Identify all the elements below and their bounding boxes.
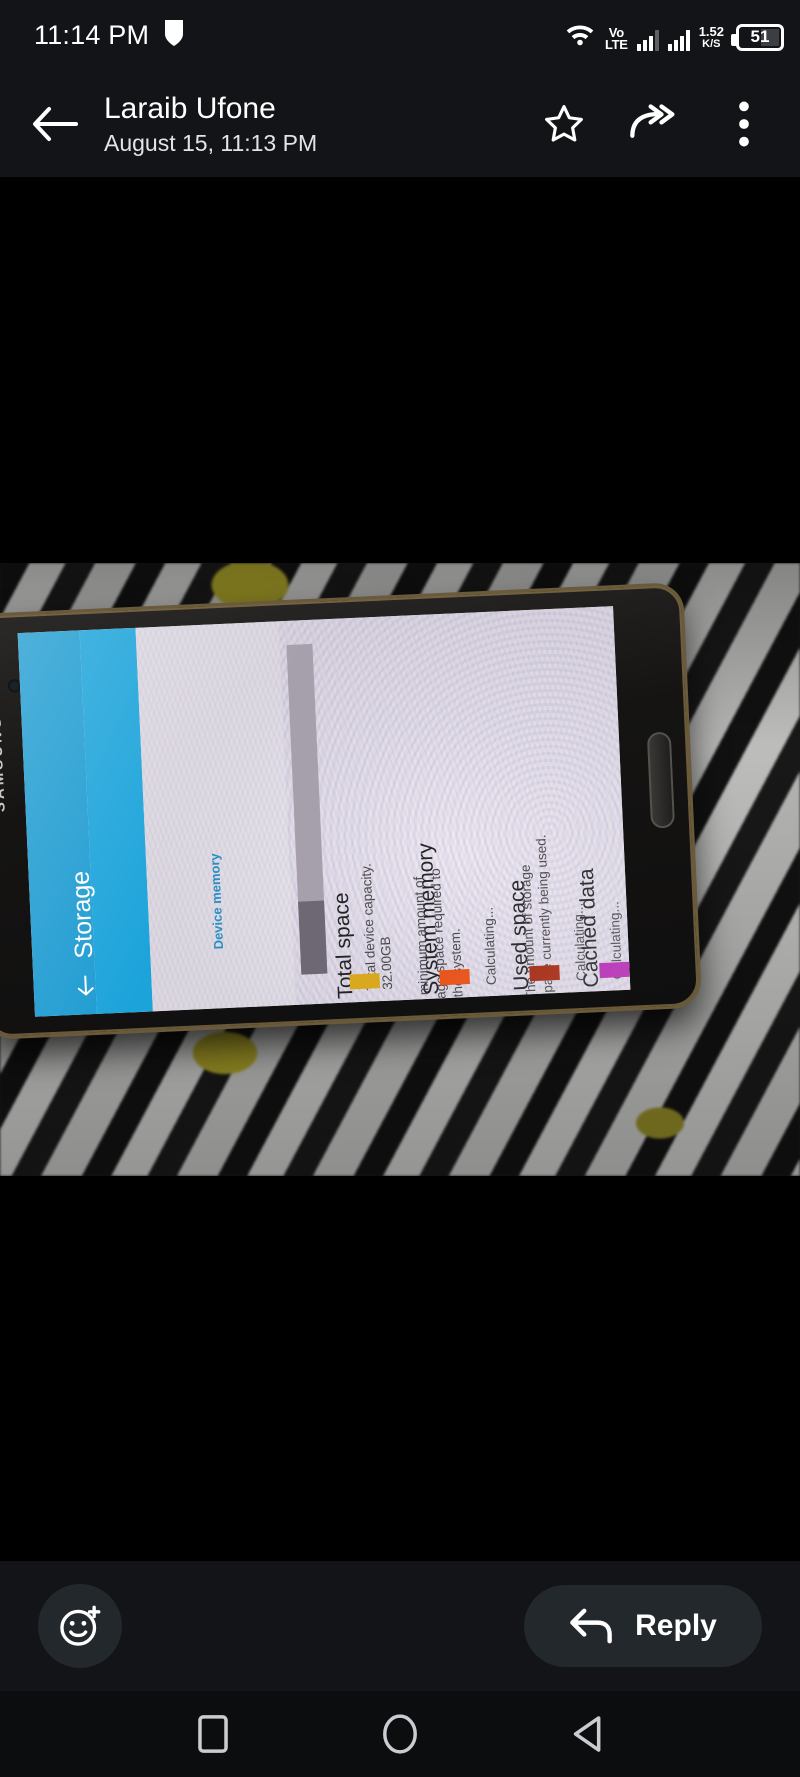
overflow-menu-button[interactable] [718,98,770,150]
phone-page-title: Storage [65,869,98,959]
phone-status-clock: 11:12 PM [17,802,20,884]
signal-bars-icon-sim2 [667,29,690,51]
legend-swatch-used-space [439,968,470,985]
battery-percent-label: 51 [750,27,770,46]
messaging-app-screen: 11:14 PM Vo LTE 1.52 K/S 51 Laraib Ufone… [0,0,800,1777]
wifi-icon [17,992,21,997]
recents-button[interactable] [183,1704,243,1764]
storage-usage-bar-fill [298,900,328,975]
system-navigation-bar [0,1691,800,1777]
samsung-logo: SAMSUNG [0,713,9,813]
back-arrow-icon [33,106,78,141]
legend-swatch-system-memory [349,972,381,989]
conversation-app-bar: Laraib Ufone August 15, 11:13 PM [0,70,800,177]
shield-icon [163,18,185,53]
legend-swatch-miscellaneous-files [599,961,630,978]
section-header-device-memory: Device memory [206,852,227,950]
status-clock: 11:14 PM [34,19,150,50]
phone-home-button [646,731,676,829]
message-photo-viewer[interactable]: SAMSUNG 74% 11:12 Storage Device memory … [0,177,800,1561]
back-arrow-icon[interactable] [76,974,95,997]
star-button[interactable] [538,98,590,150]
attached-photo[interactable]: SAMSUNG 74% 11:12 Storage Device memory … [0,562,800,1176]
star-icon [545,104,583,142]
add-emoji-icon [60,1605,101,1646]
app-bar-actions [538,98,778,150]
conversation-header-text: Laraib Ufone August 15, 11:13 PM [104,92,317,156]
list-item-value-system-memory: Calculating... [480,906,500,985]
network-speed-value: 1.52 [698,23,724,39]
page-title: Laraib Ufone [104,91,276,125]
status-icons-group: Vo LTE 1.52 K/S 51 [564,20,784,51]
signal-bars-icon [17,960,22,978]
phone-screen: 74% 11:12 PM Storage [17,605,631,1017]
storage-settings-content: Device memory Total space Total device c… [135,605,631,1016]
network-speed-indicator: 1.52 K/S [699,25,724,51]
back-button[interactable] [26,95,84,153]
home-button[interactable] [370,1704,430,1764]
more-vertical-icon [739,101,749,146]
network-speed-unit: K/S [702,37,721,50]
add-reaction-button[interactable] [38,1584,122,1668]
signal-bars-icon-sim1 [636,29,659,51]
square-recents-icon [198,1715,229,1753]
reply-button-label: Reply [635,1609,717,1642]
forward-button[interactable] [628,98,680,150]
wifi-icon [564,20,596,51]
battery-icon [17,891,20,906]
message-action-bar: Reply [0,1561,800,1691]
volte-label-bottom: LTE [604,36,628,52]
battery-icon: 51 [731,23,784,51]
message-timestamp: August 15, 11:13 PM [104,129,318,156]
photographed-phone: SAMSUNG 74% 11:12 Storage Device memory … [0,584,700,1037]
legend-swatch-cached-data [529,964,560,981]
circle-home-icon [383,1714,417,1754]
back-button[interactable] [557,1704,617,1764]
volte-indicator: Vo LTE [604,26,628,52]
triangle-back-icon [573,1716,601,1752]
forward-arrow-icon [630,103,675,138]
phone-battery-percent: 74% [17,913,24,953]
reply-button[interactable]: Reply [524,1585,762,1667]
reply-arrow-icon [570,1608,612,1644]
list-item-subtitle-system-memory: The minimum amount of storage space requ… [411,867,467,1017]
system-status-bar: 11:14 PM Vo LTE 1.52 K/S 51 [0,0,800,70]
